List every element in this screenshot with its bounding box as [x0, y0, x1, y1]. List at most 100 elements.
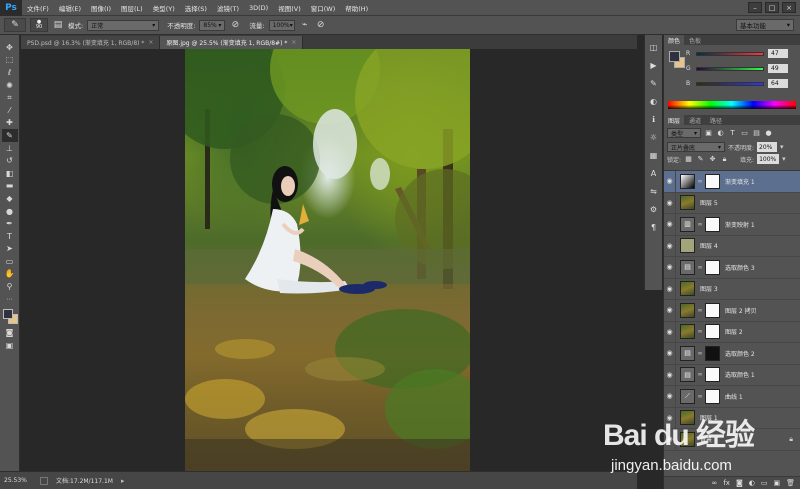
crop-tool-icon[interactable]: ⌗: [2, 91, 18, 104]
menu-view[interactable]: 视图(V): [273, 3, 306, 13]
history-icon[interactable]: ◫: [648, 41, 660, 53]
red-value-input[interactable]: 47: [768, 49, 788, 58]
maximize-button[interactable]: □: [765, 2, 779, 13]
quick-select-tool-icon[interactable]: ✺: [2, 79, 18, 92]
path-select-tool-icon[interactable]: ➤: [2, 243, 18, 256]
eye-icon[interactable]: ◉: [664, 385, 676, 407]
chevron-right-icon[interactable]: ▸: [121, 477, 125, 485]
adjustment-filter-icon[interactable]: ◐: [716, 129, 725, 138]
pen-tool-icon[interactable]: ✒: [2, 217, 18, 230]
menu-edit[interactable]: 编辑(E): [54, 3, 86, 13]
layer-mask-thumbnail[interactable]: [705, 259, 720, 275]
lock-all-icon[interactable]: 🔒︎: [720, 155, 729, 164]
layer-row[interactable]: ◉ ▤ ∞ 选取颜色 2: [664, 342, 800, 365]
workspace-select[interactable]: 基本功能 ▾: [736, 19, 794, 31]
color-swatches[interactable]: [1, 308, 19, 326]
zoom-tool-icon[interactable]: ⚲: [2, 280, 18, 293]
layer-mask-thumbnail[interactable]: [705, 345, 720, 361]
foreground-color-swatch[interactable]: [669, 51, 680, 62]
type-filter-icon[interactable]: T: [728, 129, 737, 138]
tool-preset-picker[interactable]: ✎: [4, 18, 26, 32]
screen-mode-icon[interactable]: ▣: [2, 339, 18, 352]
zoom-level[interactable]: 25.53%: [4, 477, 32, 484]
actions-icon[interactable]: ▶: [648, 59, 660, 71]
close-button[interactable]: ×: [782, 2, 796, 13]
layer-row[interactable]: ◉ ∞ 图层 2 拷贝: [664, 299, 800, 322]
layer-row[interactable]: ◉ ∞ 渐变填充 1: [664, 171, 800, 193]
lock-transparent-icon[interactable]: ▦: [684, 155, 693, 164]
layer-row[interactable]: ◉ 图层 5: [664, 192, 800, 214]
blend-mode-select[interactable]: 正片叠底 ▾: [667, 142, 725, 152]
tab-channels[interactable]: 通道: [685, 115, 705, 125]
properties-icon[interactable]: ⚙: [648, 203, 660, 215]
layer-comps-icon[interactable]: ⇋: [648, 185, 660, 197]
green-value-input[interactable]: 49: [768, 64, 788, 73]
document-photo[interactable]: [185, 49, 470, 475]
layer-mask-thumbnail[interactable]: [705, 388, 720, 404]
layer-row[interactable]: ◉ ▤ ∞ 选取颜色 1: [664, 364, 800, 386]
tab-color[interactable]: 颜色: [664, 35, 685, 45]
link-icon[interactable]: ∞: [697, 307, 703, 314]
history-brush-tool-icon[interactable]: ↺: [2, 154, 18, 167]
menu-help[interactable]: 帮助(H): [340, 3, 373, 13]
link-icon[interactable]: ∞: [697, 393, 703, 400]
menu-file[interactable]: 文件(F): [22, 3, 54, 13]
eye-icon[interactable]: ◉: [664, 364, 676, 386]
opacity-field[interactable]: 85% ▾: [199, 19, 226, 31]
menu-3d[interactable]: 3D(D): [244, 4, 273, 12]
menu-window[interactable]: 窗口(W): [306, 3, 341, 13]
close-icon[interactable]: ×: [148, 39, 153, 46]
layer-row[interactable]: ◉ ∞ 图层 2: [664, 321, 800, 343]
eye-icon[interactable]: ◉: [664, 213, 676, 235]
tab-layers[interactable]: 图层: [664, 115, 685, 125]
close-icon[interactable]: ×: [291, 39, 296, 46]
layer-filter-select[interactable]: 类型 ▾: [667, 128, 701, 138]
eraser-tool-icon[interactable]: ◧: [2, 167, 18, 180]
eye-icon[interactable]: ◉: [664, 171, 676, 192]
minimize-button[interactable]: –: [748, 2, 762, 13]
clone-stamp-tool-icon[interactable]: ⊥: [2, 142, 18, 155]
healing-brush-tool-icon[interactable]: ✚: [2, 117, 18, 130]
eye-icon[interactable]: ◉: [664, 192, 676, 214]
eye-icon[interactable]: ◉: [664, 342, 676, 364]
type-tool-icon[interactable]: T: [2, 230, 18, 243]
marquee-tool-icon[interactable]: ⬚: [2, 54, 18, 67]
fill-input[interactable]: 100%: [757, 154, 780, 164]
tab-swatches[interactable]: 色板: [685, 35, 705, 45]
layer-row[interactable]: ◉ ▤ ∞ 选取颜色 3: [664, 256, 800, 279]
eye-icon[interactable]: ◉: [664, 321, 676, 343]
chevron-down-icon[interactable]: ▾: [782, 155, 786, 163]
eye-icon[interactable]: ◉: [664, 278, 676, 300]
tab-psd[interactable]: PSD.psd @ 16.3% (渐变填充 1, RGB/8) * ×: [21, 36, 161, 49]
layer-mask-thumbnail[interactable]: [705, 324, 720, 340]
character-icon[interactable]: A: [648, 167, 660, 179]
red-slider[interactable]: [696, 51, 764, 56]
menu-filter[interactable]: 滤镜(T): [212, 3, 244, 13]
pressure-size-icon[interactable]: ⊘: [315, 19, 327, 31]
styles-icon[interactable]: ▦: [648, 149, 660, 161]
dodge-tool-icon[interactable]: ●: [2, 205, 18, 218]
blue-value-input[interactable]: 64: [768, 79, 788, 88]
menu-image[interactable]: 图像(I): [86, 3, 116, 13]
layer-mask-thumbnail[interactable]: [705, 367, 720, 383]
smart-object-filter-icon[interactable]: ▤: [752, 129, 761, 138]
pressure-opacity-icon[interactable]: ⊘: [229, 19, 241, 31]
quick-mask-icon[interactable]: ◙: [2, 326, 18, 339]
layer-row[interactable]: ◉ 图层 3: [664, 278, 800, 300]
airbrush-icon[interactable]: ⌁: [299, 19, 311, 31]
lock-position-icon[interactable]: ✥: [708, 155, 717, 164]
info-icon[interactable]: ℹ: [648, 113, 660, 125]
menu-layer[interactable]: 图层(L): [116, 3, 148, 13]
layer-row[interactable]: ◉ ⟋ ∞ 曲线 1: [664, 385, 800, 408]
eye-icon[interactable]: ◉: [664, 299, 676, 321]
link-icon[interactable]: ∞: [697, 371, 703, 378]
gradient-tool-icon[interactable]: ▬: [2, 180, 18, 193]
green-slider[interactable]: [696, 66, 764, 71]
layer-opacity-input[interactable]: 20%: [757, 142, 778, 152]
menu-select[interactable]: 选择(S): [180, 3, 212, 13]
shape-filter-icon[interactable]: ▭: [740, 129, 749, 138]
brush-settings-icon[interactable]: ✎: [648, 77, 660, 89]
lock-image-icon[interactable]: ✎: [696, 155, 705, 164]
tab-paths[interactable]: 路径: [706, 115, 726, 125]
layer-mask-thumbnail[interactable]: [705, 302, 720, 318]
